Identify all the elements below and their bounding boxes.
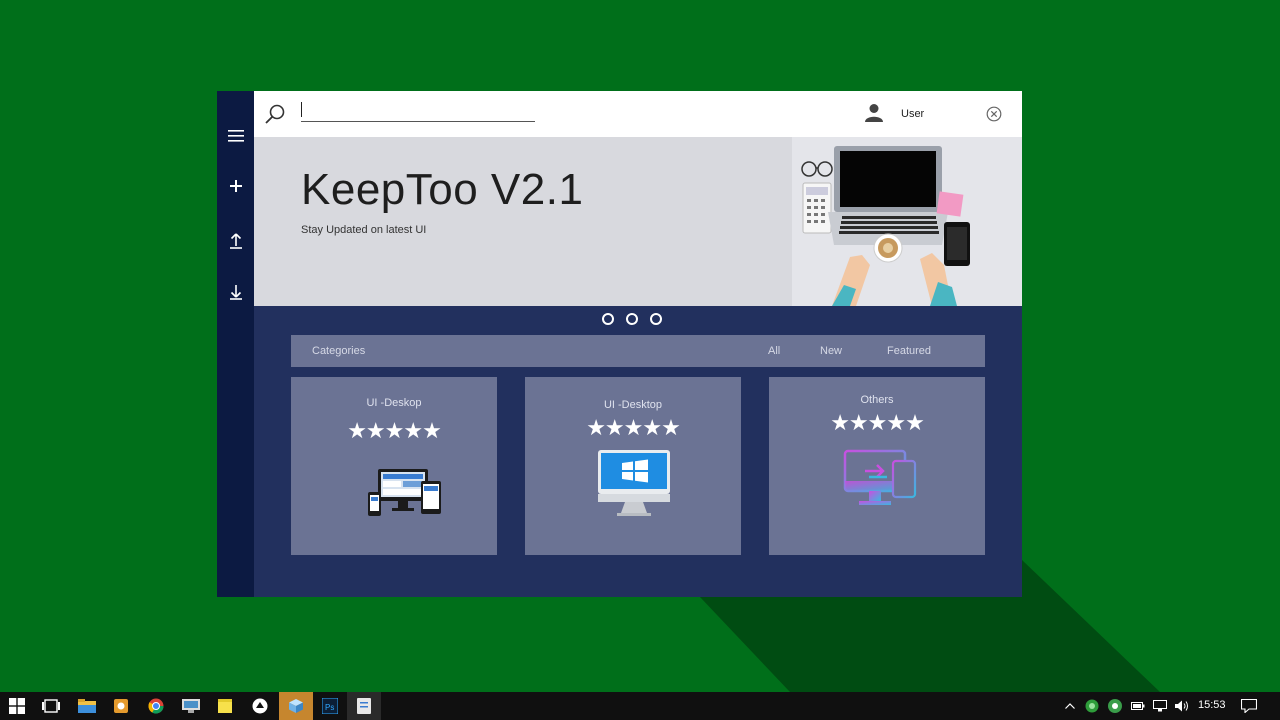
app-icon [252, 698, 268, 714]
star-rating: ★★★★★ [830, 410, 925, 435]
card-ui-desktop[interactable]: UI -Desktop ★★★★★ [525, 377, 741, 555]
download-button[interactable] [217, 276, 254, 308]
taskbar-chrome[interactable] [139, 692, 173, 720]
tray-app-1[interactable] [1084, 692, 1100, 720]
action-center-button[interactable] [1238, 692, 1260, 720]
upload-icon [229, 233, 242, 249]
svg-text:Ps: Ps [325, 703, 334, 712]
windows-logo-icon [9, 698, 25, 714]
tab-new[interactable]: New [820, 345, 842, 357]
folder-icon [78, 699, 96, 713]
status-dot-icon [1085, 699, 1099, 713]
tray-volume[interactable] [1174, 692, 1190, 720]
app-window: User KeepToo V2.1 Stay Updated on latest… [217, 91, 1022, 597]
add-button[interactable] [217, 170, 254, 202]
carousel-dot-1[interactable] [602, 313, 614, 325]
carousel-dot-2[interactable] [626, 313, 638, 325]
cross-device-icon [843, 449, 917, 505]
taskbar: Ps 15:53 [0, 692, 1280, 720]
sync-icon [1108, 699, 1122, 713]
photoshop-icon: Ps [322, 698, 338, 714]
chevron-up-icon [1065, 703, 1075, 709]
chrome-icon [148, 698, 164, 714]
carousel-dots [602, 313, 662, 327]
network-icon [1153, 700, 1167, 712]
menu-button[interactable] [217, 120, 254, 152]
taskbar-file-explorer[interactable] [70, 692, 104, 720]
card-title: Others [860, 394, 894, 406]
app-icon [182, 699, 200, 713]
close-icon[interactable] [986, 106, 1002, 122]
tab-featured[interactable]: Featured [887, 345, 931, 357]
taskbar-clock[interactable]: 15:53 [1198, 699, 1226, 711]
user-label[interactable]: User [901, 108, 924, 120]
taskbar-3d-app[interactable] [279, 692, 313, 720]
battery-icon [1131, 702, 1145, 710]
hero-workspace-illustration [792, 137, 1022, 306]
task-view-button[interactable] [34, 692, 68, 720]
tab-all[interactable]: All [768, 345, 780, 357]
sidebar [217, 91, 254, 597]
plus-icon [229, 180, 242, 192]
tray-overflow-button[interactable] [1062, 692, 1078, 720]
star-rating: ★★★★★ [347, 418, 442, 443]
hero-banner: KeepToo V2.1 Stay Updated on latest UI [254, 137, 1022, 306]
taskbar-app-2[interactable] [174, 692, 208, 720]
responsive-devices-icon [368, 469, 441, 516]
tray-network[interactable] [1152, 692, 1168, 720]
card-title: UI -Deskop [366, 397, 422, 409]
taskbar-app-1[interactable] [104, 692, 138, 720]
search-input[interactable] [301, 101, 535, 122]
sticky-notes-icon [218, 699, 232, 713]
taskbar-app-4[interactable] [347, 692, 381, 720]
carousel-dot-3[interactable] [650, 313, 662, 325]
card-title: UI -Desktop [603, 399, 663, 411]
hamburger-icon [227, 130, 244, 142]
tray-battery[interactable] [1130, 692, 1146, 720]
taskbar-sticky-notes[interactable] [208, 692, 242, 720]
user-icon[interactable] [865, 103, 883, 123]
app-icon [114, 699, 128, 713]
card-ui-deskop[interactable]: UI -Deskop ★★★★★ [291, 377, 497, 555]
cube-icon [289, 699, 303, 713]
search-icon[interactable] [264, 103, 286, 125]
task-view-icon [42, 699, 60, 713]
hero-subtitle: Stay Updated on latest UI [301, 224, 427, 236]
notifications-icon [1241, 699, 1257, 713]
download-icon [229, 285, 242, 300]
taskbar-photoshop[interactable]: Ps [313, 692, 347, 720]
tray-app-2[interactable] [1106, 692, 1124, 720]
start-button[interactable] [0, 692, 34, 720]
top-bar: User [254, 91, 1022, 137]
upload-button[interactable] [217, 225, 254, 257]
card-others[interactable]: Others ★★★★★ [769, 377, 985, 555]
star-rating: ★★★★★ [586, 415, 681, 440]
volume-icon [1175, 700, 1188, 712]
hero-title: KeepToo V2.1 [301, 165, 584, 214]
categories-label: Categories [312, 345, 366, 357]
taskbar-app-3[interactable] [243, 692, 277, 720]
categories-bar: Categories All New Featured [291, 335, 985, 367]
app-icon [357, 698, 371, 714]
windows-monitor-icon [598, 450, 670, 516]
